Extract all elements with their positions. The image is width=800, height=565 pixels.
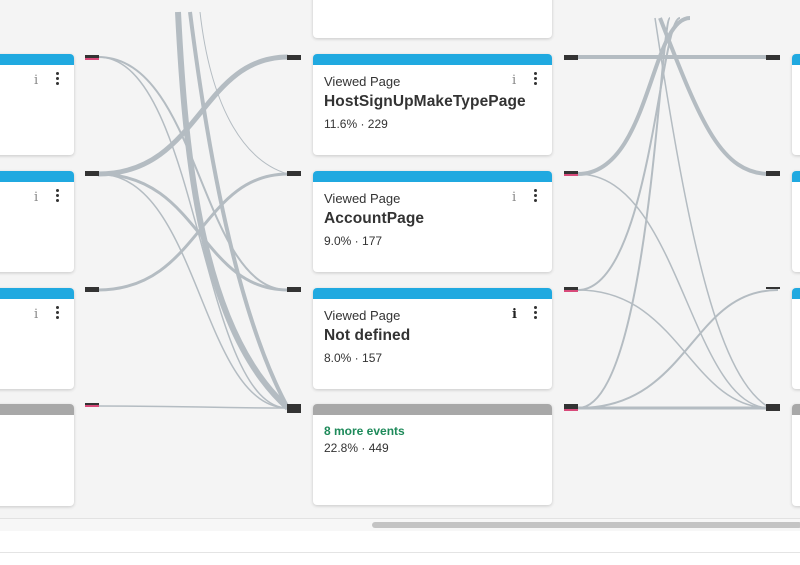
flow-handle[interactable] <box>564 404 578 411</box>
flow-link <box>577 289 779 409</box>
left-card-2[interactable]: i <box>0 171 74 272</box>
flow-handle[interactable] <box>564 55 578 60</box>
flow-link <box>97 56 289 409</box>
info-icon[interactable]: i <box>512 73 516 88</box>
event-stats: 9.0% · 177 <box>324 234 383 248</box>
card-header-bar <box>313 54 552 65</box>
kebab-menu-icon[interactable] <box>55 305 61 321</box>
event-card-notdefined[interactable]: Viewed Page i Not defined 8.0% · 157 <box>313 288 552 389</box>
card-header-bar <box>792 404 800 415</box>
event-card-more[interactable]: 8 more events 22.8% · 449 <box>313 404 552 505</box>
flow-handle[interactable] <box>766 171 780 176</box>
card-header-bar <box>0 54 74 65</box>
event-stats: 11.6% · 229 <box>324 117 388 131</box>
right-card-2[interactable] <box>792 171 800 272</box>
kebab-menu-icon[interactable] <box>55 71 61 87</box>
divider <box>0 552 800 553</box>
event-type-label: Viewed Page <box>324 191 401 206</box>
flow-handle[interactable] <box>287 55 301 60</box>
event-type-label: Viewed Page <box>324 308 401 323</box>
flow-link <box>97 54 289 177</box>
kebab-menu-icon[interactable] <box>55 188 61 204</box>
flow-handle[interactable] <box>287 171 301 176</box>
flow-link <box>577 289 771 409</box>
flow-link <box>577 17 671 409</box>
info-icon[interactable]: i <box>512 190 516 205</box>
event-card-hostsignup[interactable]: Viewed Page i HostSignUpMakeTypePage 11.… <box>313 54 552 155</box>
flow-link <box>577 16 691 176</box>
event-title: HostSignUpMakeTypePage <box>324 93 526 110</box>
left-card-3[interactable]: i <box>0 288 74 389</box>
event-stats: 22.8% · 449 <box>324 441 389 455</box>
flow-handle[interactable] <box>766 404 780 411</box>
info-icon[interactable]: i <box>34 190 38 205</box>
right-card-1[interactable] <box>792 54 800 155</box>
card-header-bar <box>792 54 800 65</box>
kebab-menu-icon[interactable] <box>533 305 539 321</box>
flow-handle[interactable] <box>766 55 780 60</box>
info-icon[interactable]: i <box>34 73 38 88</box>
right-card-3[interactable] <box>792 288 800 389</box>
event-stats: 8.0% · 157 <box>324 351 383 365</box>
card-header-bar <box>313 288 552 299</box>
flow-handle[interactable] <box>85 403 99 407</box>
kebab-menu-icon[interactable] <box>533 188 539 204</box>
horizontal-scrollbar[interactable] <box>0 518 800 531</box>
scrollbar-thumb[interactable] <box>372 522 800 528</box>
card-header-bar <box>313 171 552 182</box>
left-card-more[interactable] <box>0 404 74 506</box>
flow-handle[interactable] <box>766 287 780 289</box>
event-title: AccountPage <box>324 210 425 227</box>
flow-handle[interactable] <box>85 287 99 292</box>
info-icon[interactable]: i <box>512 307 517 322</box>
flow-handle[interactable] <box>564 171 578 176</box>
event-title: Not defined <box>324 327 411 344</box>
card-header-bar <box>0 171 74 182</box>
kebab-menu-icon[interactable] <box>533 71 539 87</box>
left-card-1[interactable]: i <box>0 54 74 155</box>
flow-handle[interactable] <box>85 55 99 60</box>
flow-handle[interactable] <box>287 404 301 413</box>
flow-link <box>97 405 289 409</box>
flow-link <box>577 173 771 409</box>
flow-handle[interactable] <box>85 171 99 176</box>
card-header-bar <box>792 171 800 182</box>
event-type-label: Viewed Page <box>324 74 401 89</box>
flow-canvas[interactable]: i i i Viewed Page i HostSignUpMakeTypePa… <box>0 0 800 518</box>
flow-handle[interactable] <box>287 287 301 292</box>
card-header-bar <box>792 288 800 299</box>
card-header-bar <box>313 404 552 415</box>
card-header-bar <box>0 288 74 299</box>
right-card-more[interactable] <box>792 404 800 506</box>
event-card-account[interactable]: Viewed Page i AccountPage 9.0% · 177 <box>313 171 552 272</box>
card-header-bar <box>0 404 74 415</box>
middle-card-top[interactable] <box>313 0 552 38</box>
info-icon[interactable]: i <box>34 307 38 322</box>
flow-link <box>199 11 289 175</box>
flow-handle[interactable] <box>564 287 578 292</box>
more-events-link[interactable]: 8 more events <box>324 424 405 438</box>
flow-link <box>654 17 771 409</box>
